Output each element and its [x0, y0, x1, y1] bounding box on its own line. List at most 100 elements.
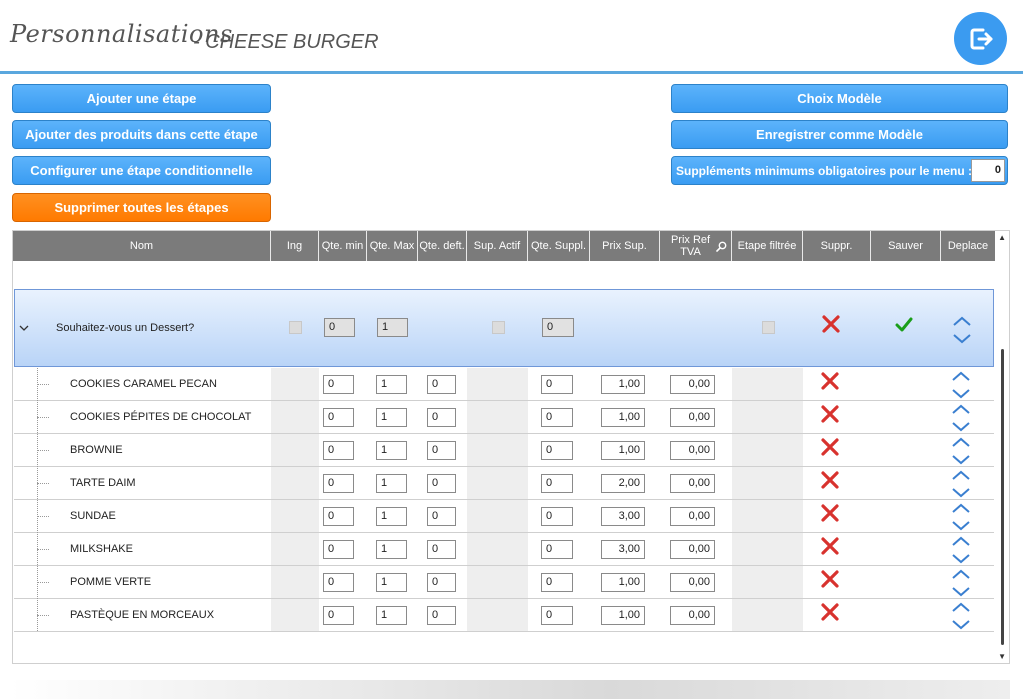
- step-sup-actif-checkbox[interactable]: [492, 321, 505, 334]
- exit-button[interactable]: [954, 12, 1007, 65]
- qte-min-input[interactable]: 0: [323, 474, 354, 493]
- qte-max-input[interactable]: 1: [376, 375, 407, 394]
- move-product-icon[interactable]: [951, 437, 971, 465]
- table-row[interactable]: PASTÈQUE EN MORCEAUX 0 1 0 0 1,00 0,00: [14, 599, 994, 632]
- move-step-icon[interactable]: [952, 316, 972, 344]
- qte-suppl-input[interactable]: 0: [541, 441, 573, 460]
- qte-deft-input[interactable]: 0: [427, 507, 456, 526]
- qte-min-input[interactable]: 0: [323, 441, 354, 460]
- save-check-icon[interactable]: [895, 317, 913, 333]
- qte-min-input[interactable]: 0: [323, 573, 354, 592]
- delete-product-icon[interactable]: [820, 503, 840, 523]
- delete-product-icon[interactable]: [820, 404, 840, 424]
- step-qte-max-input[interactable]: 1: [377, 318, 408, 337]
- prix-sup-input[interactable]: 1,00: [601, 441, 645, 460]
- delete-product-icon[interactable]: [820, 470, 840, 490]
- move-product-icon[interactable]: [951, 371, 971, 399]
- qte-max-input[interactable]: 1: [376, 573, 407, 592]
- prix-ref-input[interactable]: 0,00: [670, 408, 715, 427]
- qte-deft-input[interactable]: 0: [427, 408, 456, 427]
- qte-min-input[interactable]: 0: [323, 507, 354, 526]
- step-etape-filtree-checkbox[interactable]: [762, 321, 775, 334]
- move-product-icon[interactable]: [951, 602, 971, 630]
- tree-branch: [37, 582, 49, 583]
- sup-actif-cell: [467, 500, 528, 532]
- qte-deft-input[interactable]: 0: [427, 540, 456, 559]
- delete-all-steps-button[interactable]: Supprimer toutes les étapes: [12, 193, 271, 222]
- delete-product-icon[interactable]: [820, 602, 840, 622]
- save-as-model-button[interactable]: Enregistrer comme Modèle: [671, 120, 1008, 149]
- prix-ref-input[interactable]: 0,00: [670, 606, 715, 625]
- table-row[interactable]: MILKSHAKE 0 1 0 0 3,00 0,00: [14, 533, 994, 566]
- delete-product-icon[interactable]: [820, 437, 840, 457]
- vertical-scrollbar[interactable]: ▲ ▼: [995, 231, 1009, 663]
- qte-max-input[interactable]: 1: [376, 474, 407, 493]
- table-row[interactable]: COOKIES CARAMEL PECAN 0 1 0 0 1,00 0,00: [14, 368, 994, 401]
- table-row[interactable]: BROWNIE 0 1 0 0 1,00 0,00: [14, 434, 994, 467]
- sup-actif-cell: [467, 533, 528, 565]
- configure-conditional-button[interactable]: Configurer une étape conditionnelle: [12, 156, 271, 185]
- delete-product-icon[interactable]: [820, 569, 840, 589]
- qte-suppl-input[interactable]: 0: [541, 408, 573, 427]
- qte-suppl-input[interactable]: 0: [541, 540, 573, 559]
- prix-ref-input[interactable]: 0,00: [670, 540, 715, 559]
- qte-deft-input[interactable]: 0: [427, 441, 456, 460]
- move-product-icon[interactable]: [951, 404, 971, 432]
- table-row[interactable]: POMME VERTE 0 1 0 0 1,00 0,00: [14, 566, 994, 599]
- prix-ref-input[interactable]: 0,00: [670, 474, 715, 493]
- qte-deft-input[interactable]: 0: [427, 573, 456, 592]
- qte-deft-input[interactable]: 0: [427, 474, 456, 493]
- scroll-up-icon[interactable]: ▲: [998, 233, 1006, 242]
- table-header: Nom Ing Qte. min Qte. Max Qte. deft. Sup…: [13, 231, 995, 261]
- search-icon[interactable]: [716, 241, 727, 252]
- min-supplements-input[interactable]: 0: [971, 159, 1005, 182]
- qte-deft-input[interactable]: 0: [427, 375, 456, 394]
- delete-step-icon[interactable]: [821, 314, 841, 334]
- qte-max-input[interactable]: 1: [376, 507, 407, 526]
- qte-min-input[interactable]: 0: [323, 375, 354, 394]
- choose-model-button[interactable]: Choix Modèle: [671, 84, 1008, 113]
- table-row[interactable]: SUNDAE 0 1 0 0 3,00 0,00: [14, 500, 994, 533]
- move-product-icon[interactable]: [951, 569, 971, 597]
- prix-sup-input[interactable]: 1,00: [601, 606, 645, 625]
- qte-suppl-input[interactable]: 0: [541, 507, 573, 526]
- prix-sup-input[interactable]: 2,00: [601, 474, 645, 493]
- qte-suppl-input[interactable]: 0: [541, 573, 573, 592]
- move-product-icon[interactable]: [951, 503, 971, 531]
- scroll-thumb[interactable]: [1001, 349, 1004, 645]
- prix-ref-input[interactable]: 0,00: [670, 573, 715, 592]
- add-products-button[interactable]: Ajouter des produits dans cette étape: [12, 120, 271, 149]
- qte-max-input[interactable]: 1: [376, 408, 407, 427]
- delete-product-icon[interactable]: [820, 371, 840, 391]
- prix-sup-input[interactable]: 1,00: [601, 573, 645, 592]
- step-qte-min-input[interactable]: 0: [324, 318, 355, 337]
- qte-max-input[interactable]: 1: [376, 441, 407, 460]
- qte-max-input[interactable]: 1: [376, 606, 407, 625]
- move-product-icon[interactable]: [951, 536, 971, 564]
- chevron-down-icon[interactable]: [19, 324, 29, 332]
- qte-suppl-input[interactable]: 0: [541, 375, 573, 394]
- qte-suppl-input[interactable]: 0: [541, 606, 573, 625]
- step-group-row[interactable]: Souhaitez-vous un Dessert? 0 1 0: [14, 289, 994, 367]
- delete-product-icon[interactable]: [820, 536, 840, 556]
- prix-sup-input[interactable]: 1,00: [601, 408, 645, 427]
- qte-min-input[interactable]: 0: [323, 606, 354, 625]
- step-ing-checkbox[interactable]: [289, 321, 302, 334]
- table-row[interactable]: TARTE DAIM 0 1 0 0 2,00 0,00: [14, 467, 994, 500]
- qte-suppl-input[interactable]: 0: [541, 474, 573, 493]
- step-qte-suppl-input[interactable]: 0: [542, 318, 574, 337]
- qte-min-input[interactable]: 0: [323, 408, 354, 427]
- add-step-button[interactable]: Ajouter une étape: [12, 84, 271, 113]
- move-product-icon[interactable]: [951, 470, 971, 498]
- qte-max-input[interactable]: 1: [376, 540, 407, 559]
- prix-sup-input[interactable]: 3,00: [601, 540, 645, 559]
- prix-ref-input[interactable]: 0,00: [670, 375, 715, 394]
- qte-deft-input[interactable]: 0: [427, 606, 456, 625]
- prix-ref-input[interactable]: 0,00: [670, 441, 715, 460]
- scroll-down-icon[interactable]: ▼: [998, 652, 1006, 661]
- prix-ref-input[interactable]: 0,00: [670, 507, 715, 526]
- table-row[interactable]: COOKIES PÉPITES DE CHOCOLAT 0 1 0 0 1,00 0,00: [14, 401, 994, 434]
- prix-sup-input[interactable]: 3,00: [601, 507, 645, 526]
- qte-min-input[interactable]: 0: [323, 540, 354, 559]
- prix-sup-input[interactable]: 1,00: [601, 375, 645, 394]
